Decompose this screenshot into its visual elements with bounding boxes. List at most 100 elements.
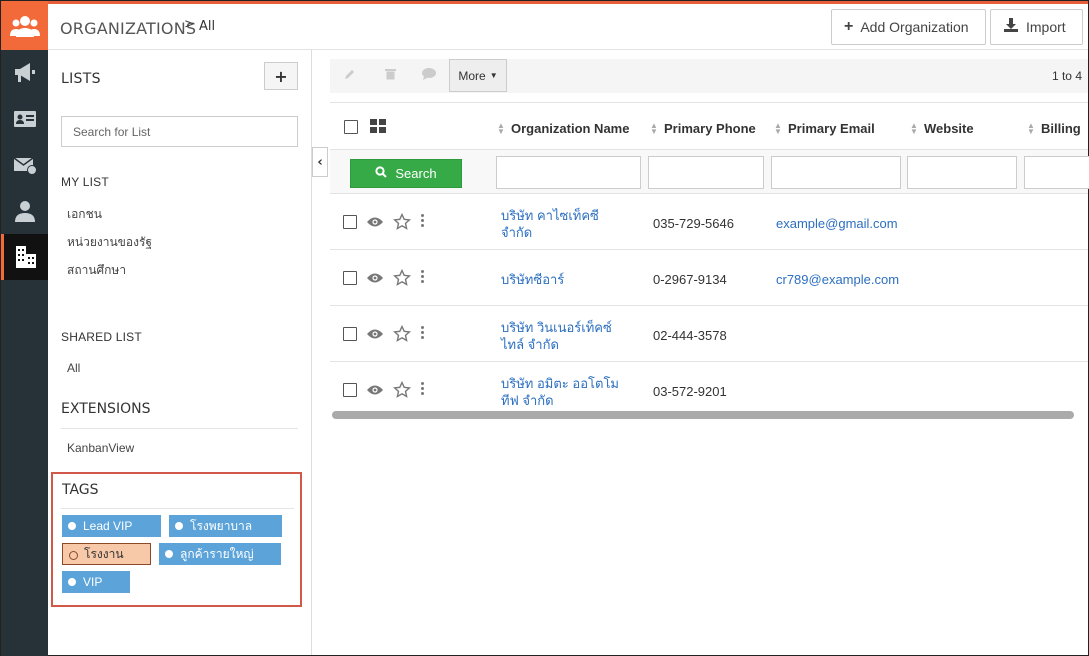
contact-card-icon[interactable] xyxy=(1,96,48,142)
import-button[interactable]: Import xyxy=(990,9,1083,45)
pagination-info: 1 to 4 xyxy=(1051,69,1082,83)
add-organization-label: Add Organization xyxy=(860,19,969,35)
comment-button[interactable] xyxy=(409,59,449,93)
filter-input-primary-phone[interactable] xyxy=(648,156,764,189)
my-list-item[interactable]: สถานศึกษา xyxy=(67,261,126,280)
more-options-icon[interactable] xyxy=(421,382,424,397)
row-checkbox[interactable] xyxy=(343,271,357,285)
eye-icon[interactable] xyxy=(366,216,384,232)
sort-icon: ▲ ▼ xyxy=(774,120,782,136)
organization-name-link[interactable]: บริษัทซีอาร์ xyxy=(501,271,629,288)
my-list-item[interactable]: หน่วยงานของรัฐ xyxy=(67,233,152,252)
users-icon[interactable] xyxy=(1,1,48,50)
trash-icon xyxy=(384,68,396,84)
table-row[interactable]: บริษัทซีอาร์ 0-2967-9134 cr789@example.c… xyxy=(330,251,1088,306)
tag-label: ลูกค้ารายใหญ่ xyxy=(180,546,254,561)
lists-sidebar: LISTS + MY LIST เอกชน หน่วยงานของรัฐ สถา… xyxy=(48,50,312,655)
column-header-label: Primary Phone xyxy=(664,121,756,136)
megaphone-icon[interactable] xyxy=(1,50,48,96)
search-icon xyxy=(375,166,395,181)
column-header-primary-email[interactable]: ▲ ▼ Primary Email xyxy=(774,121,875,136)
extension-item-kanbanview[interactable]: KanbanView xyxy=(67,441,134,455)
column-chooser-icon[interactable] xyxy=(370,119,386,137)
filter-input-billing[interactable] xyxy=(1024,156,1089,189)
filter-input-primary-email[interactable] xyxy=(771,156,901,189)
building-icon[interactable] xyxy=(1,234,48,280)
table-row[interactable]: บริษัท วินเนอร์เท็คซ์ ไทล์ จำกัด 02-444-3… xyxy=(330,307,1088,362)
column-header-label: Billing xyxy=(1041,121,1081,136)
list-search-input[interactable] xyxy=(61,116,298,147)
column-header-label: Website xyxy=(924,121,974,136)
tag-chip[interactable]: โรงพยาบาล xyxy=(169,515,282,537)
more-options-icon[interactable] xyxy=(421,326,424,341)
collapse-sidebar-toggle[interactable]: ‹ xyxy=(312,147,328,177)
row-checkbox[interactable] xyxy=(343,383,357,397)
shared-list-item[interactable]: All xyxy=(67,361,80,375)
add-list-button[interactable]: + xyxy=(264,62,298,90)
mail-icon[interactable] xyxy=(1,142,48,188)
eye-icon[interactable] xyxy=(366,384,384,400)
tag-label: โรงงาน xyxy=(84,546,124,561)
more-options-icon[interactable] xyxy=(421,270,424,285)
column-header-primary-phone[interactable]: ▲ ▼ Primary Phone xyxy=(650,121,756,136)
star-icon[interactable] xyxy=(392,212,412,235)
primary-email-link[interactable]: cr789@example.com xyxy=(776,272,899,287)
page-header: ORGANIZATIONS > All + Add Organization I… xyxy=(48,4,1088,50)
search-button[interactable]: Search xyxy=(350,159,462,188)
row-checkbox[interactable] xyxy=(343,215,357,229)
person-icon[interactable] xyxy=(1,188,48,234)
organization-name-line: ไทล์ จำกัด xyxy=(501,337,559,352)
plus-icon: + xyxy=(844,18,854,35)
eye-icon[interactable] xyxy=(366,328,384,344)
filter-input-website[interactable] xyxy=(907,156,1017,189)
row-checkbox[interactable] xyxy=(343,327,357,341)
primary-email-link[interactable]: example@gmail.com xyxy=(776,216,898,231)
star-icon[interactable] xyxy=(392,268,412,291)
lists-title: LISTS xyxy=(61,71,101,87)
sort-icon: ▲ ▼ xyxy=(497,120,505,136)
edit-button[interactable] xyxy=(330,59,370,93)
star-icon[interactable] xyxy=(392,380,412,403)
more-label: More xyxy=(458,68,486,83)
tag-chip-selected[interactable]: โรงงาน xyxy=(62,543,151,565)
horizontal-scrollbar[interactable] xyxy=(332,411,1074,419)
eye-icon[interactable] xyxy=(366,272,384,288)
organization-name-line: บริษัท อมิตะ ออโตโม xyxy=(501,376,619,391)
column-header-billing[interactable]: ▲ ▼ Billing xyxy=(1027,121,1081,136)
column-header-organization-name[interactable]: ▲ ▼ Organization Name xyxy=(497,121,629,136)
table-row[interactable]: บริษัท คาไซเท็คซี จำกัด 035-729-5646 exam… xyxy=(330,195,1088,250)
comment-icon xyxy=(422,68,436,84)
my-list-item[interactable]: เอกชน xyxy=(67,205,102,224)
filter-row: Search xyxy=(330,150,1089,194)
delete-button[interactable] xyxy=(370,59,410,93)
more-options-icon[interactable] xyxy=(421,214,424,229)
column-header-website[interactable]: ▲ ▼ Website xyxy=(910,121,974,136)
organization-name-line: บริษัท วินเนอร์เท็คซ์ xyxy=(501,320,612,335)
tag-chip[interactable]: Lead VIP xyxy=(62,515,161,537)
list-toolbar: More ▼ 1 to 4 xyxy=(330,59,1088,93)
import-label: Import xyxy=(1026,19,1066,35)
add-organization-button[interactable]: + Add Organization xyxy=(831,9,986,45)
column-header-label: Organization Name xyxy=(511,121,630,136)
breadcrumb-module[interactable]: ORGANIZATIONS xyxy=(60,19,196,38)
more-actions-dropdown[interactable]: More ▼ xyxy=(449,59,507,92)
sort-icon: ▲ ▼ xyxy=(650,120,658,136)
filter-input-organization-name[interactable] xyxy=(496,156,641,189)
organization-name-link[interactable]: บริษัท คาไซเท็คซี จำกัด xyxy=(501,207,629,241)
organization-name-link[interactable]: บริษัท อมิตะ ออโตโมทีฟ จำกัด xyxy=(501,375,629,409)
primary-phone-value: 03-572-9201 xyxy=(653,384,727,399)
tag-chip[interactable]: VIP xyxy=(62,571,130,593)
star-icon[interactable] xyxy=(392,324,412,347)
organizations-table: ▲ ▼ Organization Name ▲ ▼ Primary Phone ▲ ▼ Pr… xyxy=(330,102,1089,420)
divider xyxy=(61,508,294,509)
primary-phone-value: 0-2967-9134 xyxy=(653,272,727,287)
table-row[interactable]: บริษัท อมิตะ ออโตโมทีฟ จำกัด 03-572-9201 xyxy=(330,363,1088,418)
organization-name-line: ทีฟ จำกัด xyxy=(501,393,554,408)
organization-name-link[interactable]: บริษัท วินเนอร์เท็คซ์ไทล์ จำกัด xyxy=(501,319,629,353)
divider xyxy=(61,428,298,429)
download-icon xyxy=(1003,17,1019,38)
caret-down-icon: ▼ xyxy=(489,71,498,80)
select-all-checkbox[interactable] xyxy=(344,120,358,134)
organization-name-line: บริษัท คาไซเท็คซี xyxy=(501,208,599,223)
tag-chip[interactable]: ลูกค้ารายใหญ่ xyxy=(159,543,281,565)
